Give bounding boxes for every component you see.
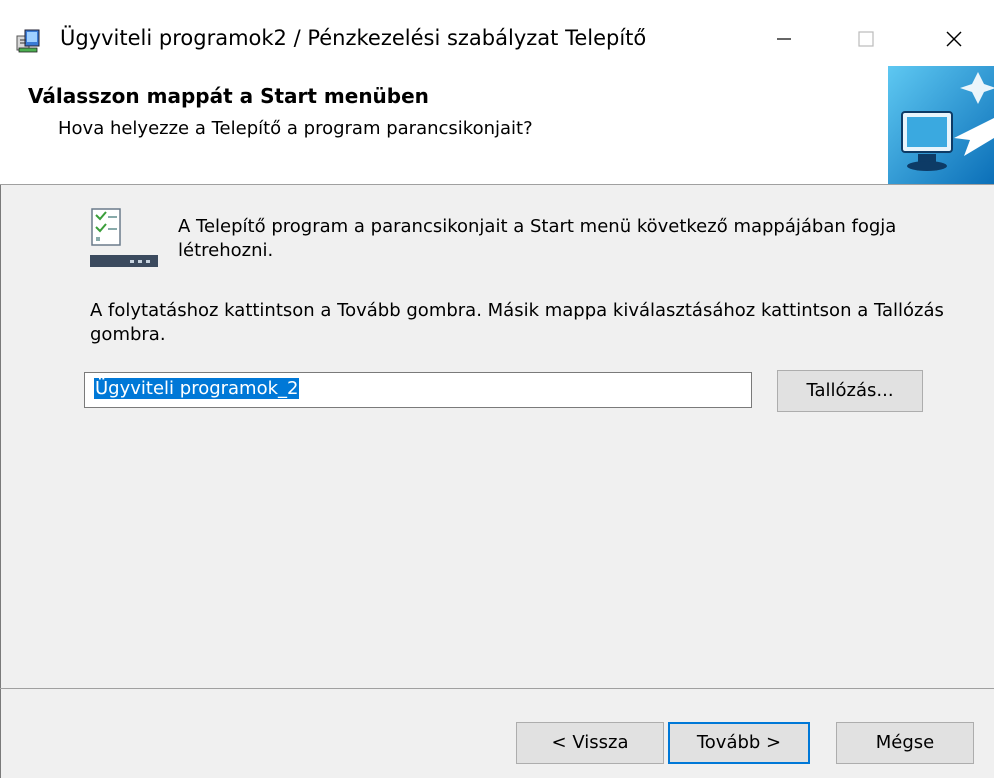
close-icon[interactable] <box>934 24 974 54</box>
next-button[interactable]: Tovább > <box>668 722 810 764</box>
wizard-content: A Telepítő program a parancsikonjait a S… <box>0 185 994 688</box>
maximize-icon[interactable] <box>846 24 886 54</box>
window-title: Ügyviteli programok2 / Pénzkezelési szab… <box>60 26 647 50</box>
installer-window: Ügyviteli programok2 / Pénzkezelési szab… <box>0 0 994 778</box>
page-title: Válasszon mappát a Start menüben <box>28 84 429 108</box>
title-bar[interactable]: Ügyviteli programok2 / Pénzkezelési szab… <box>0 0 994 78</box>
wizard-header: Válasszon mappát a Start menüben Hova he… <box>0 66 994 185</box>
cancel-button[interactable]: Mégse <box>836 722 974 764</box>
minimize-icon[interactable] <box>764 24 804 54</box>
page-subtitle: Hova helyezze a Telepítő a program paran… <box>58 118 533 139</box>
back-button[interactable]: < Vissza <box>516 722 664 764</box>
installer-app-icon <box>16 29 40 53</box>
folder-input-value: Ügyviteli programok_2 <box>94 378 300 399</box>
instruction-text: A folytatáshoz kattintson a Tovább gombr… <box>90 300 944 345</box>
intro-text: A Telepítő program a parancsikonjait a S… <box>178 216 897 261</box>
start-menu-folder-input[interactable]: Ügyviteli programok_2 <box>84 372 752 408</box>
browse-button[interactable]: Tallózás... <box>777 370 923 412</box>
wizard-computer-icon <box>888 66 994 184</box>
start-menu-folder-icon <box>90 208 158 267</box>
footer-divider <box>0 688 994 689</box>
